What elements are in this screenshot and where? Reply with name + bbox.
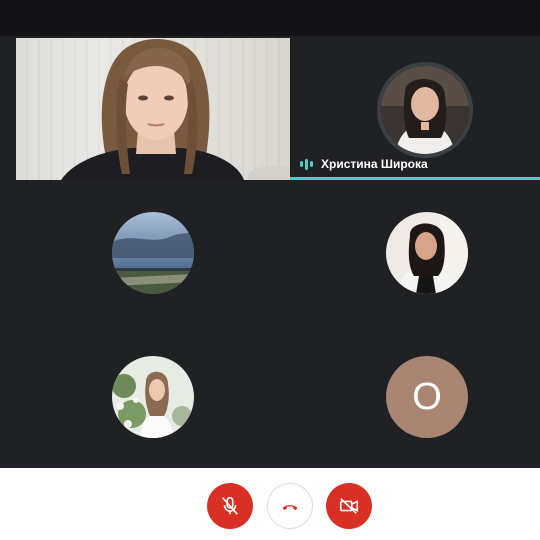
top-bar: [0, 0, 540, 36]
landscape-avatar-image: [112, 212, 194, 294]
participant-avatar-woman[interactable]: [386, 212, 468, 294]
woman-avatar-image: [386, 212, 468, 294]
mic-off-icon: [222, 496, 238, 515]
speaking-indicator-icon: [300, 158, 313, 170]
participant-avatar-girl[interactable]: [112, 356, 194, 438]
mute-microphone-button[interactable]: [207, 483, 253, 529]
phone-hangup-icon: [282, 505, 298, 511]
camera-off-icon: [339, 498, 359, 514]
active-speaker-indicator: [290, 177, 540, 180]
girl-avatar-image: [112, 356, 194, 438]
speaker-avatar-image: [381, 66, 469, 154]
participant-video-frame: [61, 38, 290, 180]
active-speaker-name: Христина Широка: [321, 157, 428, 171]
self-video-tile[interactable]: [16, 38, 290, 180]
speaker-avatar[interactable]: [381, 66, 469, 154]
active-speaker-label: Христина Широка: [300, 156, 428, 172]
participant-avatar-letter[interactable]: О: [386, 356, 468, 438]
participant-initial: О: [412, 375, 442, 418]
turn-off-camera-button[interactable]: [326, 483, 372, 529]
end-call-button[interactable]: [267, 483, 313, 529]
participant-avatar-landscape[interactable]: [112, 212, 194, 294]
